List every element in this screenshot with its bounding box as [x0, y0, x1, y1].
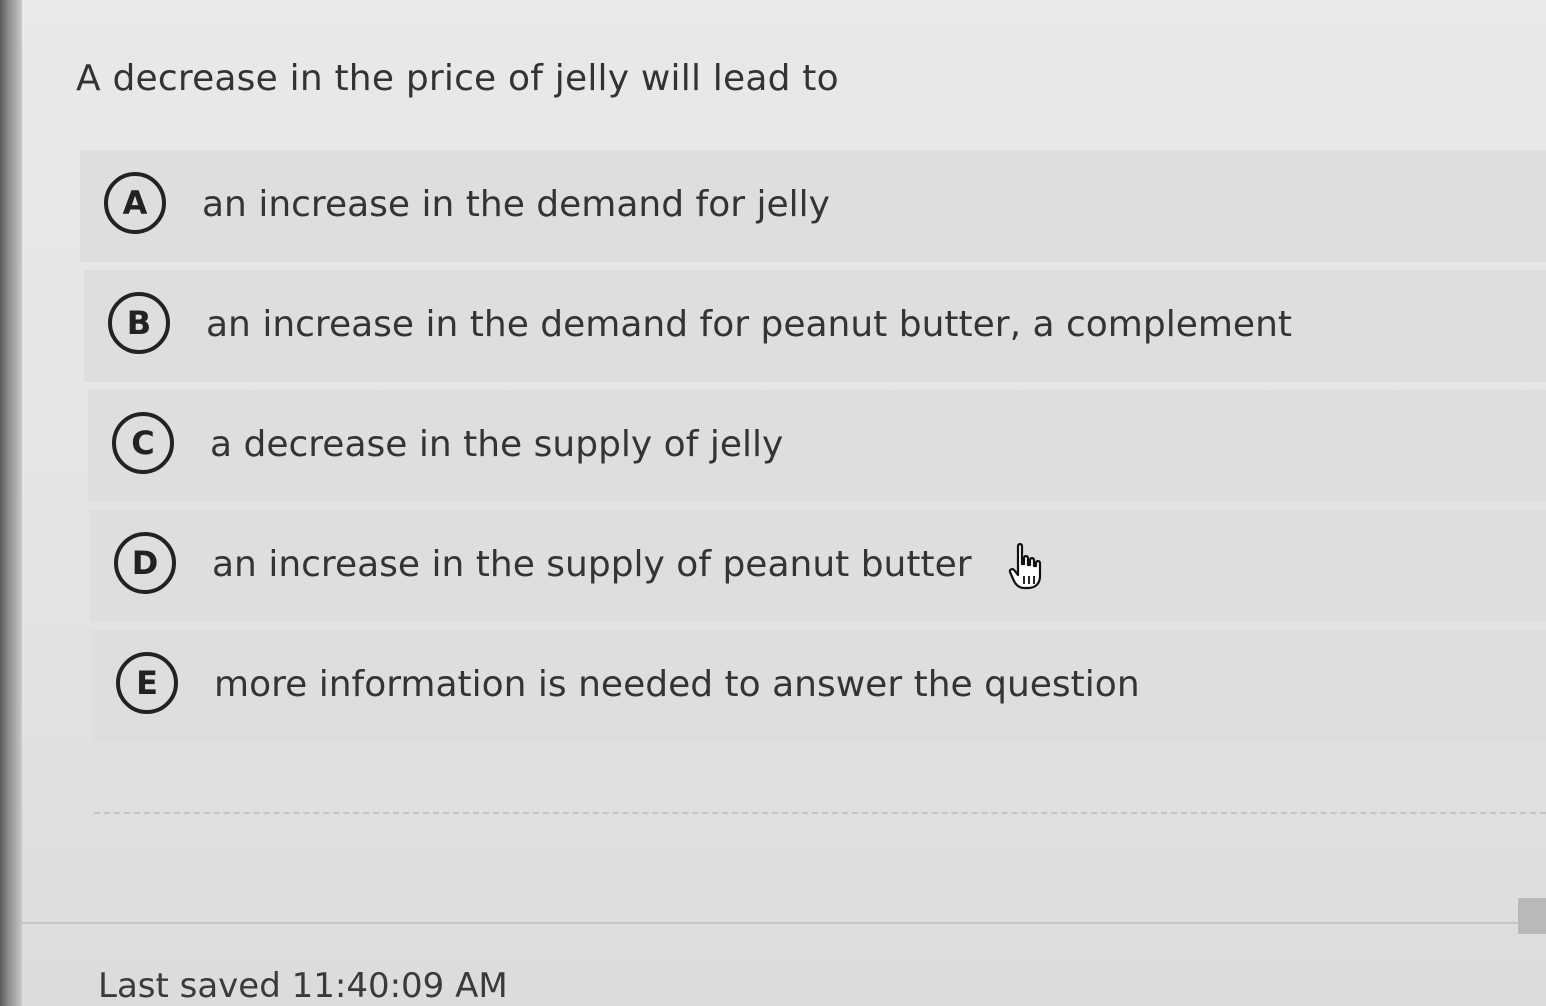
option-label-c: a decrease in the supply of jelly — [210, 424, 784, 465]
hand-pointer-icon — [1008, 543, 1042, 590]
answer-option-d[interactable]: D an increase in the supply of peanut bu… — [90, 510, 1546, 622]
option-label-b: an increase in the demand for peanut but… — [206, 304, 1292, 345]
question-page: A decrease in the price of jelly will le… — [22, 0, 1546, 1006]
option-letter-a[interactable]: A — [104, 172, 166, 234]
option-label-a: an increase in the demand for jelly — [202, 184, 830, 225]
screen-bezel-edge — [0, 0, 22, 1006]
option-letter-b[interactable]: B — [108, 292, 170, 354]
option-letter-e[interactable]: E — [116, 652, 178, 714]
answer-option-a[interactable]: A an increase in the demand for jelly — [80, 150, 1546, 262]
option-label-d: an increase in the supply of peanut butt… — [212, 544, 972, 585]
footer-divider — [22, 922, 1546, 924]
scrollbar-thumb[interactable] — [1518, 898, 1546, 934]
dashed-divider — [94, 812, 1546, 814]
question-text: A decrease in the price of jelly will le… — [76, 58, 839, 99]
option-letter-d[interactable]: D — [114, 532, 176, 594]
last-saved-status: Last saved 11:40:09 AM — [98, 966, 508, 1006]
answer-option-c[interactable]: C a decrease in the supply of jelly — [88, 390, 1546, 502]
option-letter-c[interactable]: C — [112, 412, 174, 474]
answer-option-e[interactable]: E more information is needed to answer t… — [92, 630, 1546, 742]
option-label-e: more information is needed to answer the… — [214, 664, 1140, 705]
answer-option-b[interactable]: B an increase in the demand for peanut b… — [84, 270, 1546, 382]
